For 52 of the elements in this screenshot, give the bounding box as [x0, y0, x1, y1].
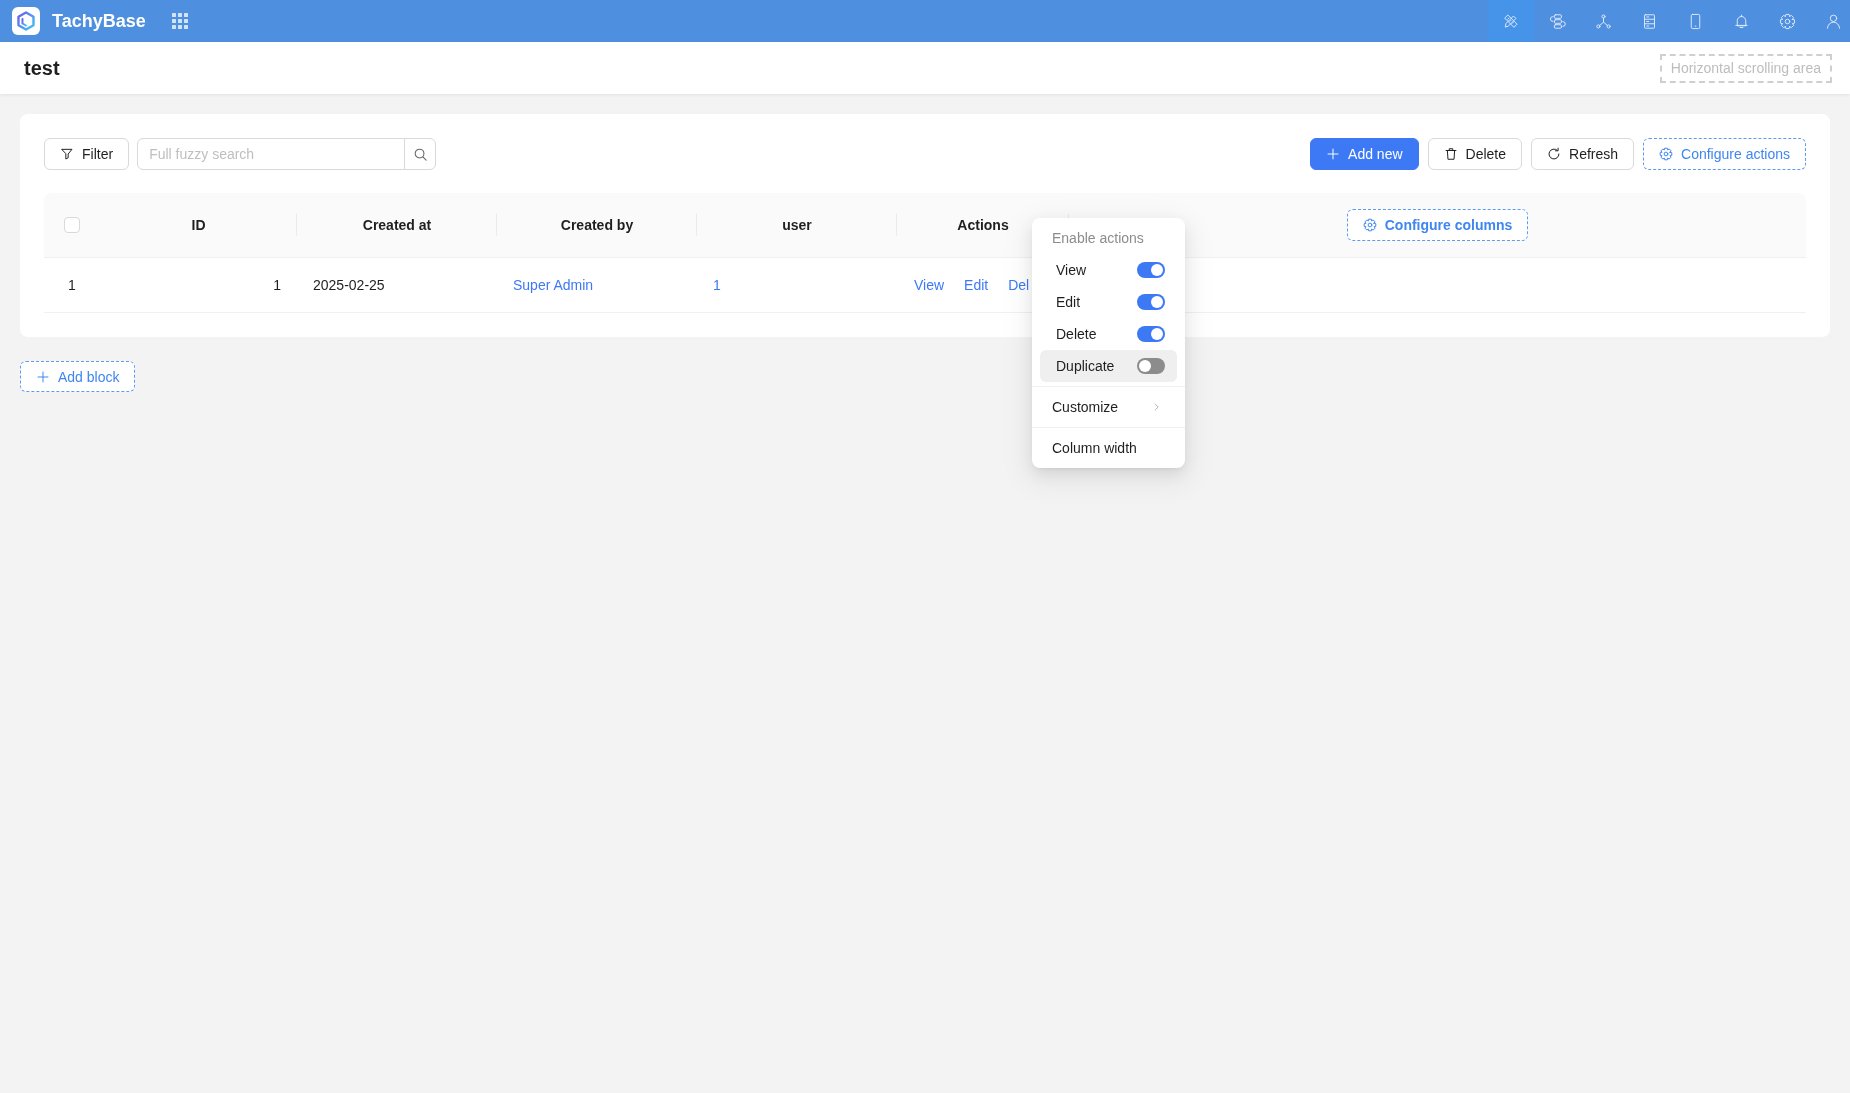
page-title: test	[24, 56, 60, 80]
bell-icon[interactable]	[1732, 12, 1750, 30]
plus-icon	[36, 369, 50, 384]
column-header: user	[697, 193, 897, 257]
action-link[interactable]: Edit	[964, 277, 989, 293]
pencil-ruler-icon[interactable]	[1488, 0, 1534, 42]
menu-item[interactable]: Column width	[1032, 432, 1185, 464]
app-name: TachyBase	[52, 10, 146, 32]
plus-icon	[1326, 147, 1341, 161]
configure-actions-button[interactable]: Configure actions	[1643, 138, 1806, 170]
search-button[interactable]	[404, 138, 437, 170]
delete-button[interactable]: Delete	[1427, 138, 1522, 170]
column-header: ID	[100, 193, 297, 257]
settings-icon	[1362, 218, 1377, 232]
toggle-switch[interactable]	[1137, 358, 1165, 374]
table-link[interactable]: 1	[713, 277, 721, 293]
refresh-button[interactable]: Refresh	[1531, 138, 1635, 170]
settings-icon	[1659, 147, 1674, 161]
table-link[interactable]: Super Admin	[513, 277, 594, 293]
menu-item[interactable]: View	[1040, 254, 1177, 286]
trash-icon	[1443, 147, 1458, 161]
action-link[interactable]: View	[914, 277, 945, 293]
refresh-icon	[1547, 147, 1561, 161]
menu-group-title: Enable actions	[1051, 229, 1145, 248]
menu-item[interactable]: Delete	[1040, 318, 1177, 350]
column-header: Created at	[297, 193, 497, 257]
search-field[interactable]: Full fuzzy search	[137, 138, 406, 170]
settings-icon[interactable]	[1778, 12, 1796, 30]
user-icon[interactable]	[1824, 12, 1842, 30]
branch-nodes-icon[interactable]	[1594, 12, 1612, 30]
menu-item[interactable]: Customize	[1032, 391, 1185, 423]
toggle-switch[interactable]	[1137, 294, 1165, 310]
toggle-switch[interactable]	[1137, 262, 1165, 278]
select-all-checkbox[interactable]	[64, 217, 80, 233]
column-header: Created by	[497, 193, 697, 257]
table-cell-text: 1	[272, 276, 282, 295]
menu-item[interactable]: Duplicate	[1040, 350, 1177, 382]
filter-icon	[60, 147, 74, 161]
logo-icon[interactable]	[12, 7, 40, 35]
toggle-switch[interactable]	[1137, 326, 1165, 342]
add-block-button[interactable]: Add block	[20, 361, 136, 392]
row-number: 1	[67, 276, 77, 295]
table-cell-text: 2025-02-25	[312, 276, 386, 295]
action-link[interactable]: Del	[1008, 277, 1030, 293]
chevron-right-icon	[1152, 402, 1161, 412]
add-new-button[interactable]: Add new	[1310, 138, 1419, 170]
configure-columns-button[interactable]: Configure columns	[1346, 209, 1529, 241]
filter-button[interactable]: Filter	[44, 138, 130, 170]
stacked-blocks-icon[interactable]	[1548, 12, 1566, 30]
search-icon	[412, 146, 428, 162]
menu-item[interactable]: Edit	[1040, 286, 1177, 318]
apps-grid-icon[interactable]	[171, 13, 188, 29]
